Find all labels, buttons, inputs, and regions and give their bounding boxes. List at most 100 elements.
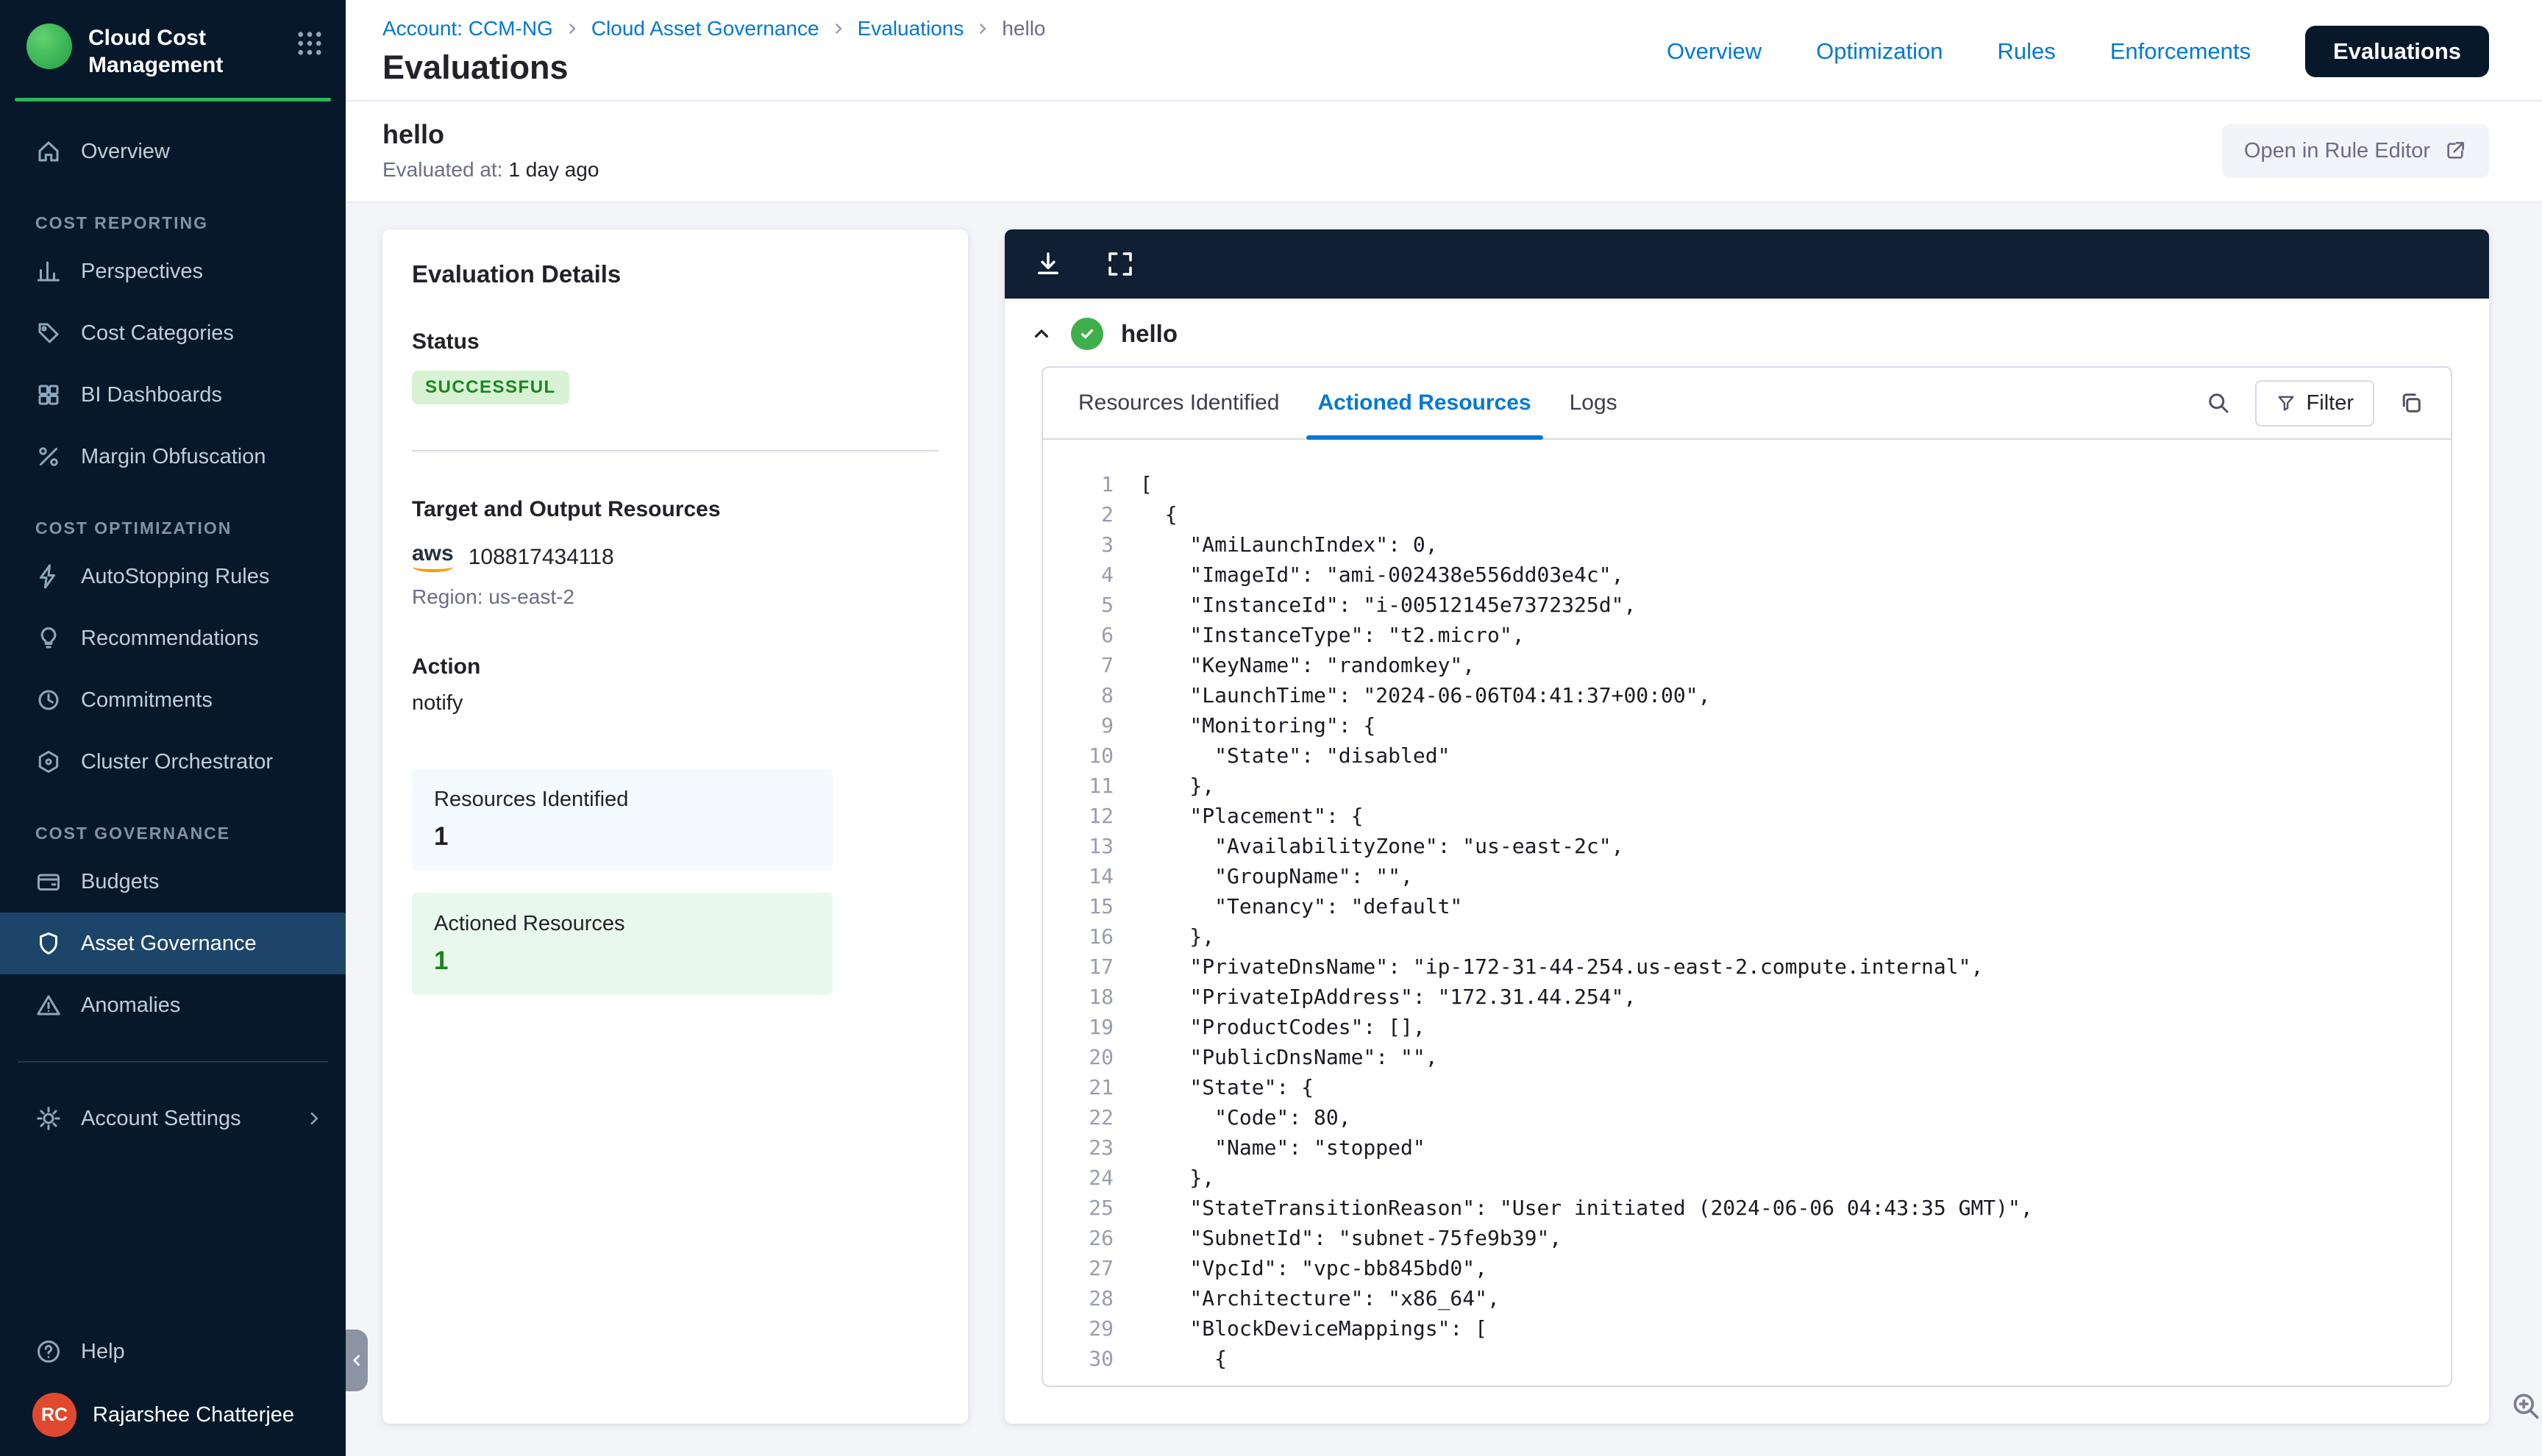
sidebar-item-label: Help (81, 1340, 125, 1364)
line-number: 29 (1043, 1313, 1114, 1343)
code-line: 17 "PrivateDnsName": "ip-172-31-44-254.u… (1043, 952, 2436, 982)
sidebar-item-autostopping-rules[interactable]: AutoStopping Rules (0, 546, 346, 607)
sidebar-item-help[interactable]: Help (0, 1321, 346, 1382)
line-content: "InstanceType": "t2.micro", (1114, 620, 1525, 650)
line-content: "Tenancy": "default" (1114, 891, 1462, 921)
sidebar-item-recommendations[interactable]: Recommendations (0, 607, 346, 669)
line-content: "BlockDeviceMappings": [ (1114, 1313, 1487, 1343)
search-icon[interactable] (2205, 390, 2232, 416)
evaluated-at: Evaluated at:1 day ago (382, 157, 599, 182)
actioned-resources-box[interactable]: Actioned Resources 1 (412, 893, 833, 995)
sidebar-item-cost-categories[interactable]: Cost Categories (0, 302, 346, 364)
line-number: 11 (1043, 771, 1114, 801)
code-viewer[interactable]: 1 [ 2 { 3 "AmiLaunchIndex": 0, (1043, 440, 2451, 1385)
sidebar-item-label: Cluster Orchestrator (81, 750, 273, 774)
line-number: 10 (1043, 741, 1114, 771)
evaluated-at-value: 1 day ago (508, 158, 599, 181)
resources-identified-value: 1 (434, 822, 811, 852)
line-number: 13 (1043, 831, 1114, 861)
line-content: "Placement": { (1114, 801, 1363, 831)
line-number: 12 (1043, 801, 1114, 831)
wallet-icon (35, 868, 62, 895)
breadcrumb-current: hello (1002, 16, 1045, 41)
code-line: 2 { (1043, 499, 2436, 529)
nav-evaluations[interactable]: Evaluations (2305, 26, 2489, 77)
sidebar-item-label: Perspectives (81, 260, 203, 284)
breadcrumb-evaluations[interactable]: Evaluations (858, 16, 964, 41)
line-number: 20 (1043, 1042, 1114, 1072)
line-content: "Name": "stopped" (1114, 1132, 1425, 1163)
main-area: Account: CCM-NG Cloud Asset Governance E… (346, 0, 2542, 1456)
open-rule-editor-button[interactable]: Open in Rule Editor (2222, 124, 2489, 178)
download-icon[interactable] (1033, 249, 1064, 279)
code-line: 29 "BlockDeviceMappings": [ (1043, 1313, 2436, 1343)
sidebar-item-margin-obfuscation[interactable]: Margin Obfuscation (0, 426, 346, 488)
sidebar-item-overview[interactable]: Overview (0, 121, 346, 182)
app-title-line2: Management (88, 52, 223, 79)
sidebar-item-label: AutoStopping Rules (81, 565, 269, 589)
user-profile[interactable]: RC Rajarshee Chatterjee (0, 1382, 346, 1437)
action-value: notify (412, 691, 939, 715)
sidebar-item-label: Margin Obfuscation (81, 445, 266, 469)
line-number: 30 (1043, 1343, 1114, 1374)
tab-actioned-resources[interactable]: Actioned Resources (1299, 368, 1551, 438)
code-line: 21 "State": { (1043, 1072, 2436, 1102)
sidebar-bottom: Help RC Rajarshee Chatterjee (0, 1321, 346, 1456)
sidebar-item-bi-dashboards[interactable]: BI Dashboards (0, 364, 346, 426)
code-line: 28 "Architecture": "x86_64", (1043, 1283, 2436, 1313)
dashboard-grid-icon (35, 382, 62, 408)
filter-funnel-icon (2276, 393, 2296, 413)
nav-optimization[interactable]: Optimization (1816, 38, 1943, 65)
nav-overview[interactable]: Overview (1667, 38, 1762, 65)
line-content: "ImageId": "ami-002438e556dd03e4c", (1114, 560, 1623, 590)
resources-identified-box[interactable]: Resources Identified 1 (412, 768, 833, 871)
sidebar-item-perspectives[interactable]: Perspectives (0, 240, 346, 302)
sidebar-item-budgets[interactable]: Budgets (0, 851, 346, 913)
breadcrumb-separator-icon (563, 20, 581, 38)
copy-icon[interactable] (2398, 390, 2424, 416)
line-content: "StateTransitionReason": "User initiated… (1114, 1193, 2033, 1223)
line-content: "Architecture": "x86_64", (1114, 1283, 1500, 1313)
line-content: "State": "disabled" (1114, 741, 1450, 771)
line-number: 4 (1043, 560, 1114, 590)
line-number: 15 (1043, 891, 1114, 921)
breadcrumb-asset-governance[interactable]: Cloud Asset Governance (591, 16, 819, 41)
sidebar-item-account-settings[interactable]: Account Settings (0, 1088, 346, 1149)
sidebar-item-commitments[interactable]: Commitments (0, 669, 346, 731)
results-tabs: Resources Identified Actioned Resources … (1043, 368, 2451, 440)
line-number: 28 (1043, 1283, 1114, 1313)
module-nav: Overview Optimization Rules Enforcements… (1667, 26, 2489, 77)
line-number: 18 (1043, 982, 1114, 1012)
sidebar-item-cluster-orchestrator[interactable]: Cluster Orchestrator (0, 731, 346, 793)
sidebar-collapse-handle[interactable] (346, 1330, 368, 1391)
sidebar-item-asset-governance[interactable]: Asset Governance (0, 913, 346, 974)
magnifier-widget-icon[interactable] (2510, 1390, 2542, 1422)
code-line: 12 "Placement": { (1043, 801, 2436, 831)
filter-button[interactable]: Filter (2255, 380, 2374, 427)
app-title-line1: Cloud Cost (88, 25, 223, 52)
line-number: 8 (1043, 680, 1114, 710)
line-content: "LaunchTime": "2024-06-06T04:41:37+00:00… (1114, 680, 1710, 710)
nav-rules[interactable]: Rules (1997, 38, 2055, 65)
sidebar-item-anomalies[interactable]: Anomalies (0, 974, 346, 1036)
fullscreen-icon[interactable] (1105, 249, 1136, 279)
target-resources-label: Target and Output Resources (412, 497, 939, 522)
module-switcher-icon[interactable] (294, 28, 325, 59)
bar-chart-icon (35, 258, 62, 285)
page-title: Evaluations (382, 49, 1046, 87)
success-check-icon (1071, 318, 1103, 350)
breadcrumb-separator-icon (830, 20, 847, 38)
tab-logs[interactable]: Logs (1551, 368, 1637, 438)
breadcrumb-account[interactable]: Account: CCM-NG (382, 16, 553, 41)
chevron-up-icon[interactable] (1030, 322, 1053, 346)
code-line: 8 "LaunchTime": "2024-06-06T04:41:37+00:… (1043, 680, 2436, 710)
nav-enforcements[interactable]: Enforcements (2110, 38, 2251, 65)
line-content: "KeyName": "randomkey", (1114, 650, 1475, 680)
sidebar-spacer (0, 1149, 346, 1321)
tab-resources-identified[interactable]: Resources Identified (1059, 368, 1299, 438)
results-inner-panel: Resources Identified Actioned Resources … (1042, 366, 2452, 1387)
line-content: "Monitoring": { (1114, 710, 1375, 741)
code-line: 9 "Monitoring": { (1043, 710, 2436, 741)
aws-account-row: aws 108817434118 (412, 543, 939, 572)
line-content: }, (1114, 921, 1214, 952)
